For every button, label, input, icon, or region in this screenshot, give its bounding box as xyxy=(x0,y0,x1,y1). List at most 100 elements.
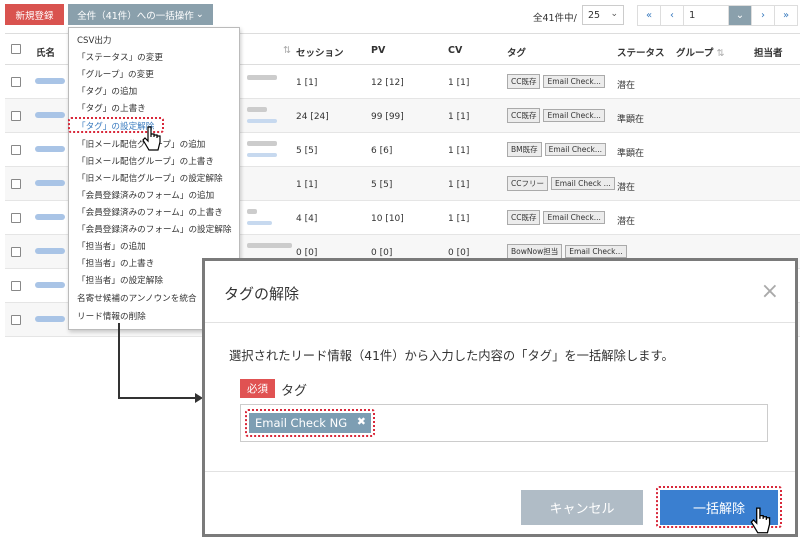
lead-name-link[interactable] xyxy=(35,282,65,288)
hand-cursor-icon xyxy=(142,126,161,151)
session-cell: 1 [1] xyxy=(296,180,318,190)
blurred-link xyxy=(247,119,277,123)
cv-cell: 1 [1] xyxy=(448,112,470,122)
tag-cell: CC既存 Email Check... xyxy=(507,108,608,123)
pagination: « ‹ 1 ⌄ › » xyxy=(637,5,798,26)
page-select-dropdown[interactable]: ⌄ xyxy=(728,5,752,26)
modal-header: タグの解除 × xyxy=(205,261,795,323)
cancel-button[interactable]: キャンセル xyxy=(521,490,643,525)
row-checkbox[interactable] xyxy=(11,145,21,155)
row-checkbox[interactable] xyxy=(11,315,21,325)
status-cell: 準顕在 xyxy=(617,115,645,125)
row-checkbox[interactable] xyxy=(11,281,21,291)
tag-cell: BM既存 Email Check... xyxy=(507,142,609,157)
tag-badge: Email Check... xyxy=(543,109,605,122)
menu-item-remove-member-form[interactable]: 「会員登録済みのフォーム」の設定解除 xyxy=(77,223,231,235)
prev-page-button[interactable]: ‹ xyxy=(660,5,684,26)
lead-name-link[interactable] xyxy=(35,214,65,220)
menu-item-change-status[interactable]: 「ステータス」の変更 xyxy=(77,51,163,63)
lead-name-link[interactable] xyxy=(35,146,65,152)
lead-name-link[interactable] xyxy=(35,248,65,254)
row-checkbox[interactable] xyxy=(11,77,21,87)
chevron-down-icon: ⌄ xyxy=(610,9,618,19)
menu-item-csv-export[interactable]: CSV出力 xyxy=(77,34,112,46)
column-header-status[interactable]: ステータス xyxy=(617,45,665,59)
first-page-button[interactable]: « xyxy=(637,5,661,26)
sort-icon[interactable]: ⇅ xyxy=(283,45,291,56)
menu-item-overwrite-old-mail-group[interactable]: 「旧メール配信グループ」の上書き xyxy=(77,155,214,167)
tag-badge: Email Check... xyxy=(565,245,627,258)
tag-badge: Email Check... xyxy=(543,211,605,224)
remove-chip-icon[interactable]: ✖ xyxy=(357,415,366,428)
tag-cell: CCフリー Email Check ... xyxy=(507,176,618,191)
blurred-company xyxy=(247,75,277,80)
pv-cell: 5 [5] xyxy=(371,180,393,190)
blurred-link xyxy=(247,221,272,225)
menu-item-add-owner[interactable]: 「担当者」の追加 xyxy=(77,240,146,252)
menu-item-remove-owner[interactable]: 「担当者」の設定解除 xyxy=(77,274,163,286)
tag-chip-label: Email Check NG xyxy=(255,416,348,430)
column-header-tag[interactable]: タグ xyxy=(507,45,526,59)
cv-cell: 1 [1] xyxy=(448,78,470,88)
menu-item-change-group[interactable]: 「グループ」の変更 xyxy=(77,68,154,80)
column-header-name[interactable]: 氏名 xyxy=(36,45,55,59)
blurred-link xyxy=(247,153,277,157)
cv-cell: 1 [1] xyxy=(448,214,470,224)
tag-badge: Email Check... xyxy=(543,75,605,88)
pv-cell: 0 [0] xyxy=(371,248,393,258)
menu-item-add-member-form[interactable]: 「会員登録済みのフォーム」の追加 xyxy=(77,189,214,201)
lead-name-link[interactable] xyxy=(35,78,65,84)
row-checkbox[interactable] xyxy=(11,247,21,257)
chevron-down-icon: ⌄ xyxy=(195,9,204,20)
required-badge: 必須 xyxy=(240,379,275,398)
tag-chip: Email Check NG ✖ xyxy=(249,413,371,433)
modal-title: タグの解除 xyxy=(224,285,300,303)
menu-item-overwrite-owner[interactable]: 「担当者」の上書き xyxy=(77,257,154,269)
hand-cursor-icon xyxy=(750,507,771,534)
tag-badge: CCフリー xyxy=(507,176,548,191)
menu-item-overwrite-tag[interactable]: 「タグ」の上書き xyxy=(77,102,146,114)
connector-line xyxy=(118,397,198,399)
menu-item-add-tag[interactable]: 「タグ」の追加 xyxy=(77,85,137,97)
row-checkbox[interactable] xyxy=(11,213,21,223)
lead-name-link[interactable] xyxy=(35,112,65,118)
tag-badge: Email Check ... xyxy=(550,177,615,190)
blurred-company xyxy=(247,243,292,248)
menu-item-remove-old-mail-group[interactable]: 「旧メール配信グループ」の設定解除 xyxy=(77,172,223,184)
menu-item-delete-lead[interactable]: リード情報の削除 xyxy=(77,310,146,322)
blurred-company xyxy=(247,107,267,112)
bulk-action-button[interactable]: 全件（41件）への一括操作 ⌄ xyxy=(68,4,213,25)
select-all-checkbox[interactable] xyxy=(11,44,21,54)
session-cell: 1 [1] xyxy=(296,78,318,88)
last-page-button[interactable]: » xyxy=(774,5,798,26)
session-cell: 4 [4] xyxy=(296,214,318,224)
column-header-session[interactable]: セッション xyxy=(296,45,344,59)
modal-description: 選択されたリード情報（41件）から入力した内容の「タグ」を一括解除します。 xyxy=(229,349,674,363)
column-header-pv[interactable]: PV xyxy=(371,45,385,56)
cv-cell: 1 [1] xyxy=(448,146,470,156)
per-page-select[interactable]: 25 ⌄ xyxy=(582,5,624,25)
new-registration-button[interactable]: 新規登録 xyxy=(5,4,64,25)
page-number-input[interactable]: 1 xyxy=(683,5,729,26)
lead-name-link[interactable] xyxy=(35,180,65,186)
column-header-cv[interactable]: CV xyxy=(448,45,462,56)
status-cell: 潜在 xyxy=(617,183,636,193)
column-header-group[interactable]: グループ ⇅ xyxy=(676,45,724,59)
menu-item-overwrite-member-form[interactable]: 「会員登録済みのフォーム」の上書き xyxy=(77,206,223,218)
tag-cell: BowNow担当 Email Check... xyxy=(507,244,630,259)
tag-badge: CC既存 xyxy=(507,74,541,89)
status-cell: 潜在 xyxy=(617,81,636,91)
pv-cell: 6 [6] xyxy=(371,146,393,156)
row-checkbox[interactable] xyxy=(11,111,21,121)
pv-cell: 12 [12] xyxy=(371,78,404,88)
cv-cell: 1 [1] xyxy=(448,180,470,190)
next-page-button[interactable]: › xyxy=(751,5,775,26)
tag-field-label: タグ xyxy=(281,384,308,399)
column-header-owner[interactable]: 担当者 xyxy=(754,45,783,59)
row-checkbox[interactable] xyxy=(11,179,21,189)
status-cell: 潜在 xyxy=(617,217,636,227)
lead-name-link[interactable] xyxy=(35,316,65,322)
menu-item-merge-unknown[interactable]: 名寄せ候補のアンノウンを統合 xyxy=(77,292,197,304)
close-icon[interactable]: × xyxy=(761,279,779,304)
tag-cell: CC既存 Email Check... xyxy=(507,210,608,225)
